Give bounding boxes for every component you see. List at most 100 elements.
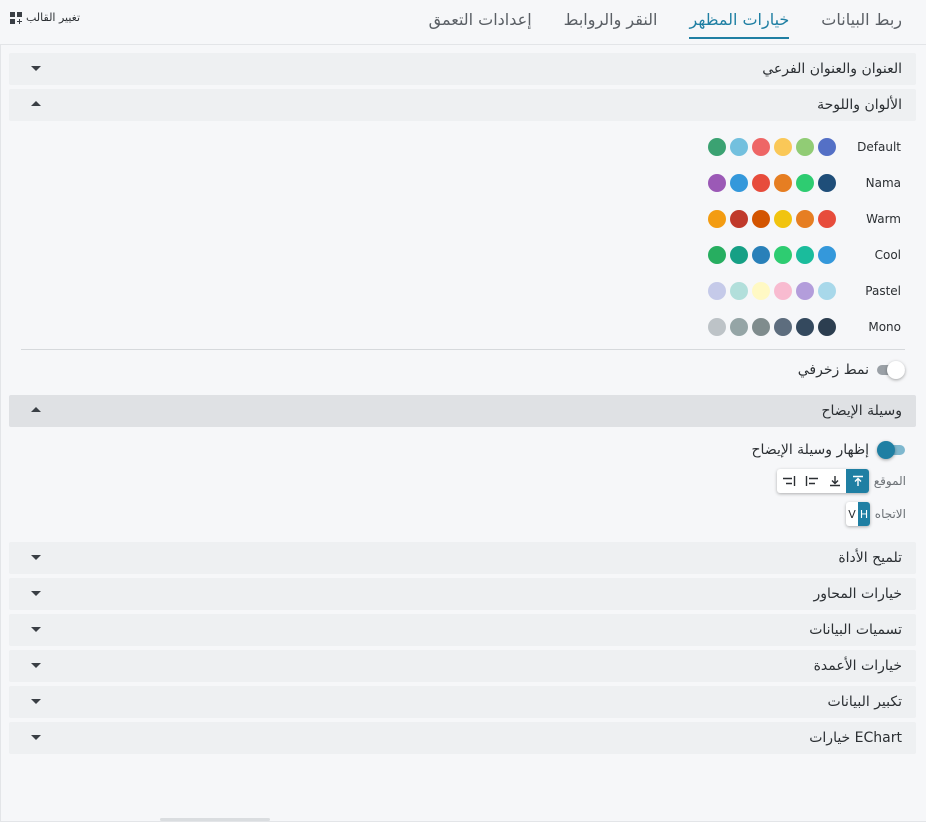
grid-add-icon (10, 11, 22, 24)
color-swatch[interactable] (730, 246, 748, 264)
section-title-label: خيارات المحاور (813, 586, 903, 602)
legend-position-label: الموقع (873, 474, 906, 488)
color-swatch[interactable] (708, 318, 726, 336)
color-swatch[interactable] (752, 282, 770, 300)
color-swatch[interactable] (818, 138, 836, 156)
color-swatch[interactable] (796, 246, 814, 264)
divider (21, 349, 905, 350)
color-swatch[interactable] (752, 174, 770, 192)
position-bottom-button[interactable] (823, 469, 846, 493)
color-swatch[interactable] (818, 174, 836, 192)
position-right-button[interactable] (777, 469, 800, 493)
tab-appearance-options[interactable]: خيارات المظهر (689, 0, 789, 44)
color-swatch[interactable] (774, 138, 792, 156)
color-swatch[interactable] (796, 210, 814, 228)
color-swatch[interactable] (752, 246, 770, 264)
show-legend-label: إظهار وسيلة الإيضاح (751, 442, 869, 458)
color-swatch[interactable] (774, 210, 792, 228)
chevron-down-icon (31, 591, 41, 596)
decorative-pattern-switch[interactable] (877, 361, 905, 379)
color-swatch[interactable] (818, 282, 836, 300)
change-template-button[interactable]: تغيير القالب (10, 11, 80, 24)
chevron-down-icon (31, 699, 41, 704)
palette-option-default[interactable]: Default (700, 135, 905, 159)
arrow-up-icon (852, 475, 863, 486)
section-title-subtitle[interactable]: العنوان والعنوان الفرعي (9, 53, 916, 85)
palette-swatches (708, 318, 836, 336)
color-swatch[interactable] (708, 174, 726, 192)
palette-option-mono[interactable]: Mono (700, 315, 905, 339)
position-left-button[interactable] (800, 469, 823, 493)
scrollbar[interactable] (160, 818, 270, 821)
color-swatch[interactable] (796, 174, 814, 192)
color-swatch[interactable] (796, 282, 814, 300)
orientation-vertical-button[interactable]: V (846, 502, 858, 526)
section-title-label: الألوان واللوحة (817, 97, 902, 113)
color-swatch[interactable] (818, 318, 836, 336)
color-swatch[interactable] (708, 138, 726, 156)
section-legend[interactable]: وسيلة الإيضاح (9, 395, 916, 427)
chevron-down-icon (31, 555, 41, 560)
color-swatch[interactable] (796, 138, 814, 156)
position-top-button[interactable] (846, 469, 869, 493)
legend-orientation-label: الاتجاه (874, 507, 906, 521)
show-legend-toggle-row[interactable]: إظهار وسيلة الإيضاح (752, 439, 905, 461)
color-swatch[interactable] (774, 318, 792, 336)
color-swatch[interactable] (774, 282, 792, 300)
section-tooltip[interactable]: تلميح الأداة (9, 542, 916, 574)
palette-swatches (708, 174, 836, 192)
color-swatch[interactable] (752, 138, 770, 156)
legend-position-selector (777, 469, 869, 493)
color-swatch[interactable] (730, 210, 748, 228)
color-swatch[interactable] (818, 210, 836, 228)
chevron-up-icon (31, 101, 41, 106)
orientation-horizontal-button[interactable]: H (858, 502, 870, 526)
palette-name: Nama (865, 176, 901, 190)
color-swatch[interactable] (752, 318, 770, 336)
section-echart-options[interactable]: خيارات EChart (9, 722, 916, 754)
color-swatch[interactable] (730, 138, 748, 156)
tab-clicks-links[interactable]: النقر والروابط (564, 0, 658, 44)
section-title-label: تسميات البيانات (809, 622, 902, 638)
color-swatch[interactable] (818, 246, 836, 264)
decorative-pattern-label: نمط زخرفي (797, 362, 869, 378)
color-swatch[interactable] (730, 318, 748, 336)
chevron-down-icon (31, 663, 41, 668)
color-swatch[interactable] (774, 246, 792, 264)
tab-data-binding[interactable]: ربط البيانات (821, 0, 902, 44)
color-swatch[interactable] (730, 282, 748, 300)
palette-swatches (708, 210, 836, 228)
color-swatch[interactable] (796, 318, 814, 336)
color-swatch[interactable] (708, 282, 726, 300)
top-bar: تغيير القالب ربط البيانات خيارات المظهر … (0, 0, 926, 44)
palette-option-nama[interactable]: Nama (700, 171, 905, 195)
color-swatch[interactable] (774, 174, 792, 192)
chevron-down-icon (31, 735, 41, 740)
palette-swatches (708, 138, 836, 156)
section-data-labels[interactable]: تسميات البيانات (9, 614, 916, 646)
color-swatch[interactable] (752, 210, 770, 228)
palette-swatches (708, 246, 836, 264)
chevron-down-icon (31, 627, 41, 632)
palette-name: Warm (866, 212, 901, 226)
color-swatch[interactable] (708, 210, 726, 228)
section-title-label: خيارات الأعمدة (813, 658, 902, 674)
section-data-zoom[interactable]: تكبير البيانات (9, 686, 916, 718)
section-column-options[interactable]: خيارات الأعمدة (9, 650, 916, 682)
color-swatch[interactable] (708, 246, 726, 264)
section-colors-palette[interactable]: الألوان واللوحة (9, 89, 916, 121)
arrow-down-icon (829, 476, 840, 487)
palette-option-pastel[interactable]: Pastel (700, 279, 905, 303)
legend-orientation-selector: H V (846, 502, 870, 526)
tab-drilldown-settings[interactable]: إعدادات التعمق (429, 0, 532, 44)
align-left-icon (805, 476, 818, 486)
chevron-up-icon (31, 407, 41, 412)
palette-option-warm[interactable]: Warm (700, 207, 905, 231)
palette-name: Mono (868, 320, 901, 334)
show-legend-switch[interactable] (877, 441, 905, 459)
section-axis-options[interactable]: خيارات المحاور (9, 578, 916, 610)
palette-name: Pastel (865, 284, 901, 298)
palette-option-cool[interactable]: Cool (700, 243, 905, 267)
decorative-pattern-toggle-row[interactable]: نمط زخرفي (798, 359, 905, 381)
color-swatch[interactable] (730, 174, 748, 192)
